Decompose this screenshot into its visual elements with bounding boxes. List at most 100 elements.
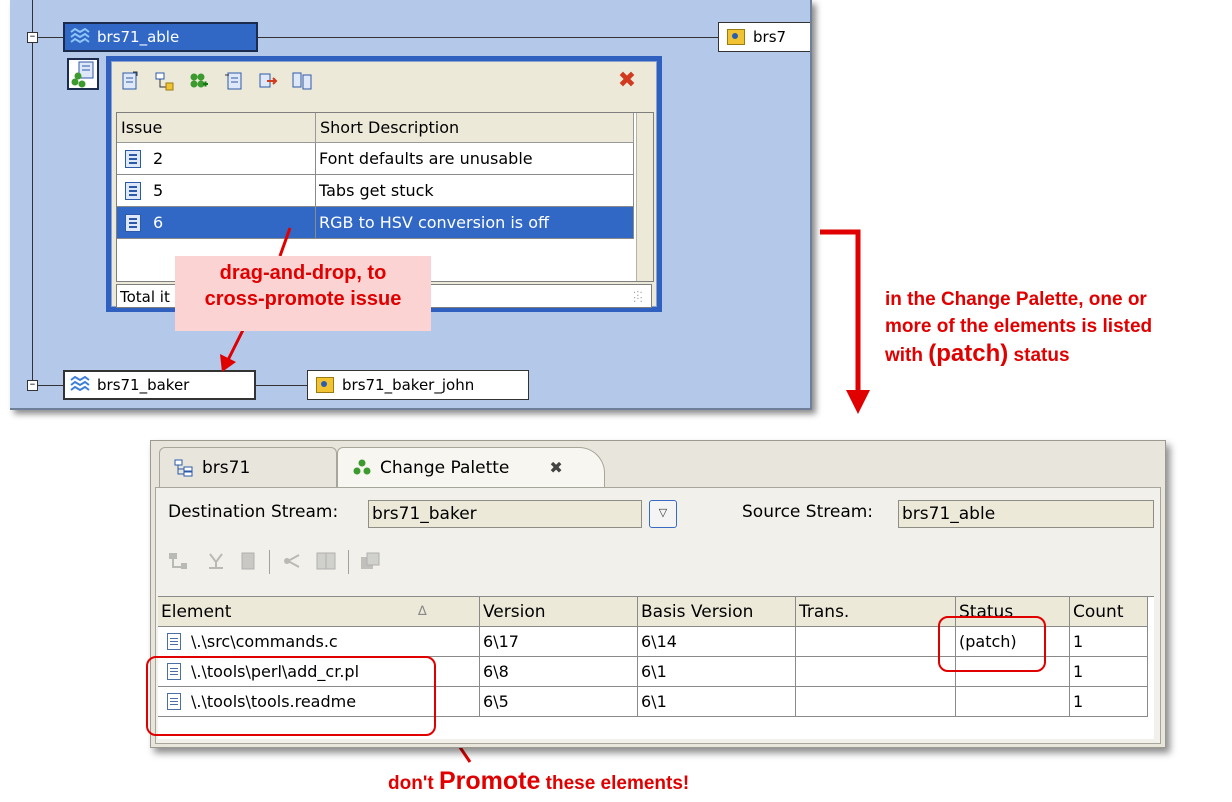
source-stream-label: Source Stream: (742, 502, 874, 522)
issue-icon[interactable] (120, 71, 140, 91)
close-tab-icon[interactable]: ✖ (549, 458, 562, 477)
stream-icon (70, 28, 90, 44)
column-header-count[interactable]: Count (1070, 597, 1148, 627)
patch-status-highlight (938, 616, 1046, 672)
table-row[interactable]: 5 Tabs get stuck (117, 175, 637, 207)
workspace-node-destination[interactable]: brs71_baker_john (307, 370, 529, 400)
table-row-selected[interactable]: 6 RGB to HSV conversion is off (117, 207, 637, 239)
column-header-trans[interactable]: Trans. (796, 597, 956, 627)
source-stream-field[interactable]: brs71_able (898, 500, 1154, 528)
version-cell: 6\17 (480, 627, 638, 657)
workspace-icon (727, 29, 745, 45)
change-palette-icon (353, 459, 371, 474)
workspace-icon (316, 377, 334, 393)
workspace-node-source[interactable]: brs7 (718, 22, 810, 52)
count-cell: 1 (1070, 657, 1148, 687)
annotation-text: don't (388, 773, 439, 794)
issue-number: 5 (153, 181, 164, 200)
issue-icon (125, 149, 141, 168)
issue-icon (125, 181, 141, 200)
annotation-line: more of the elements is listed (885, 316, 1153, 337)
send-icon[interactable] (258, 71, 278, 91)
column-header-label: Element (161, 602, 232, 622)
document-icon[interactable] (238, 552, 258, 570)
workspace-name: brs71_baker_john (342, 376, 475, 394)
close-icon[interactable]: ✖ (616, 70, 638, 93)
issue-tree-icon[interactable] (154, 71, 174, 91)
tree-line (32, 0, 33, 356)
annotation-line: drag-and-drop, to (219, 262, 387, 284)
annotation-line: cross-promote issue (204, 288, 402, 310)
trans-cell (796, 627, 956, 657)
palette-arrow (820, 229, 861, 392)
diff-icon[interactable] (316, 552, 336, 570)
count-cell: 1 (1070, 687, 1148, 717)
dropdown-icon[interactable]: ▽ (649, 500, 677, 528)
merge-icon[interactable] (206, 552, 226, 570)
issue-number: 2 (153, 149, 164, 168)
patch-status-annotation: in the Change Palette, one or more of th… (885, 286, 1230, 369)
tab-brs71[interactable]: brs71 (159, 447, 337, 487)
column-header-basis-version[interactable]: Basis Version (638, 597, 796, 627)
connector-line (256, 37, 718, 38)
trans-cell (796, 687, 956, 717)
trans-cell (796, 657, 956, 687)
version-cell: 6\8 (480, 657, 638, 687)
stream-node-source[interactable]: brs71_able (63, 22, 258, 52)
basis-version-cell: 6\14 (638, 627, 796, 657)
stream-name: brs71_able (97, 28, 180, 46)
annotation-text: these elements! (540, 773, 690, 794)
version-cell: 6\5 (480, 687, 638, 717)
total-items-label: Total it (120, 288, 170, 306)
do-not-promote-annotation: don't Promote these elements! (388, 764, 808, 801)
expander-toggle[interactable]: − (27, 380, 38, 391)
tab-change-palette[interactable]: Change Palette ✖ (337, 447, 605, 487)
issue-description: RGB to HSV conversion is off (319, 213, 550, 232)
change-palette-icon[interactable] (188, 71, 208, 91)
column-header-short-description[interactable]: Short Description (316, 113, 634, 143)
element-cell: \.\src\commands.c (158, 627, 480, 657)
change-package-icon (71, 61, 94, 88)
stream-tree-icon (174, 459, 193, 476)
column-header-version[interactable]: Version (480, 597, 638, 627)
annotation-text: status (1008, 345, 1070, 366)
issue-detail-icon[interactable] (224, 71, 244, 91)
count-cell: 1 (1070, 627, 1148, 657)
stream-node-destination[interactable]: brs71_baker (63, 370, 256, 400)
compare-icon[interactable] (292, 71, 312, 91)
element-path: \.\src\commands.c (191, 632, 338, 651)
palette-arrowhead (846, 390, 870, 414)
column-header-issue[interactable]: Issue (117, 113, 316, 143)
annotation-emphasis: (patch) (928, 340, 1009, 367)
basis-version-cell: 6\1 (638, 687, 796, 717)
send-to-issue-icon[interactable] (360, 552, 380, 570)
resize-grip-icon[interactable]: ·:·:·: (633, 289, 647, 305)
stream-name: brs71_baker (97, 376, 190, 394)
workspace-name: brs7 (753, 28, 787, 46)
annotation-text: with (885, 345, 929, 366)
annotation-line: with (patch) status (885, 340, 1230, 369)
stream-icon (70, 376, 90, 392)
vertical-scrollbar[interactable] (636, 113, 653, 281)
table-row[interactable]: 2 Font defaults are unusable (117, 143, 637, 175)
status-cell (956, 687, 1070, 717)
toolbar-separator (269, 550, 270, 574)
promote-icon[interactable] (168, 552, 188, 570)
version-tree-icon[interactable] (282, 552, 302, 570)
drag-drop-annotation: drag-and-drop, to cross-promote issue (175, 256, 431, 331)
expander-toggle[interactable]: − (27, 32, 38, 43)
elements-highlight (146, 656, 436, 736)
destination-stream-label: Destination Stream: (168, 502, 339, 522)
file-icon (167, 633, 181, 650)
basis-version-cell: 6\1 (638, 657, 796, 687)
issue-list-toggle[interactable] (67, 58, 99, 90)
tab-label: brs71 (202, 457, 251, 478)
destination-stream-field[interactable]: brs71_baker (368, 500, 642, 528)
annotation-emphasis: Promote (438, 767, 541, 795)
toolbar-separator (348, 550, 349, 574)
connector-line (255, 385, 307, 386)
issue-icon (125, 213, 141, 232)
issue-description: Tabs get stuck (319, 181, 434, 200)
column-header-element[interactable]: Element ∆ (158, 597, 480, 627)
issue-number: 6 (153, 213, 164, 232)
